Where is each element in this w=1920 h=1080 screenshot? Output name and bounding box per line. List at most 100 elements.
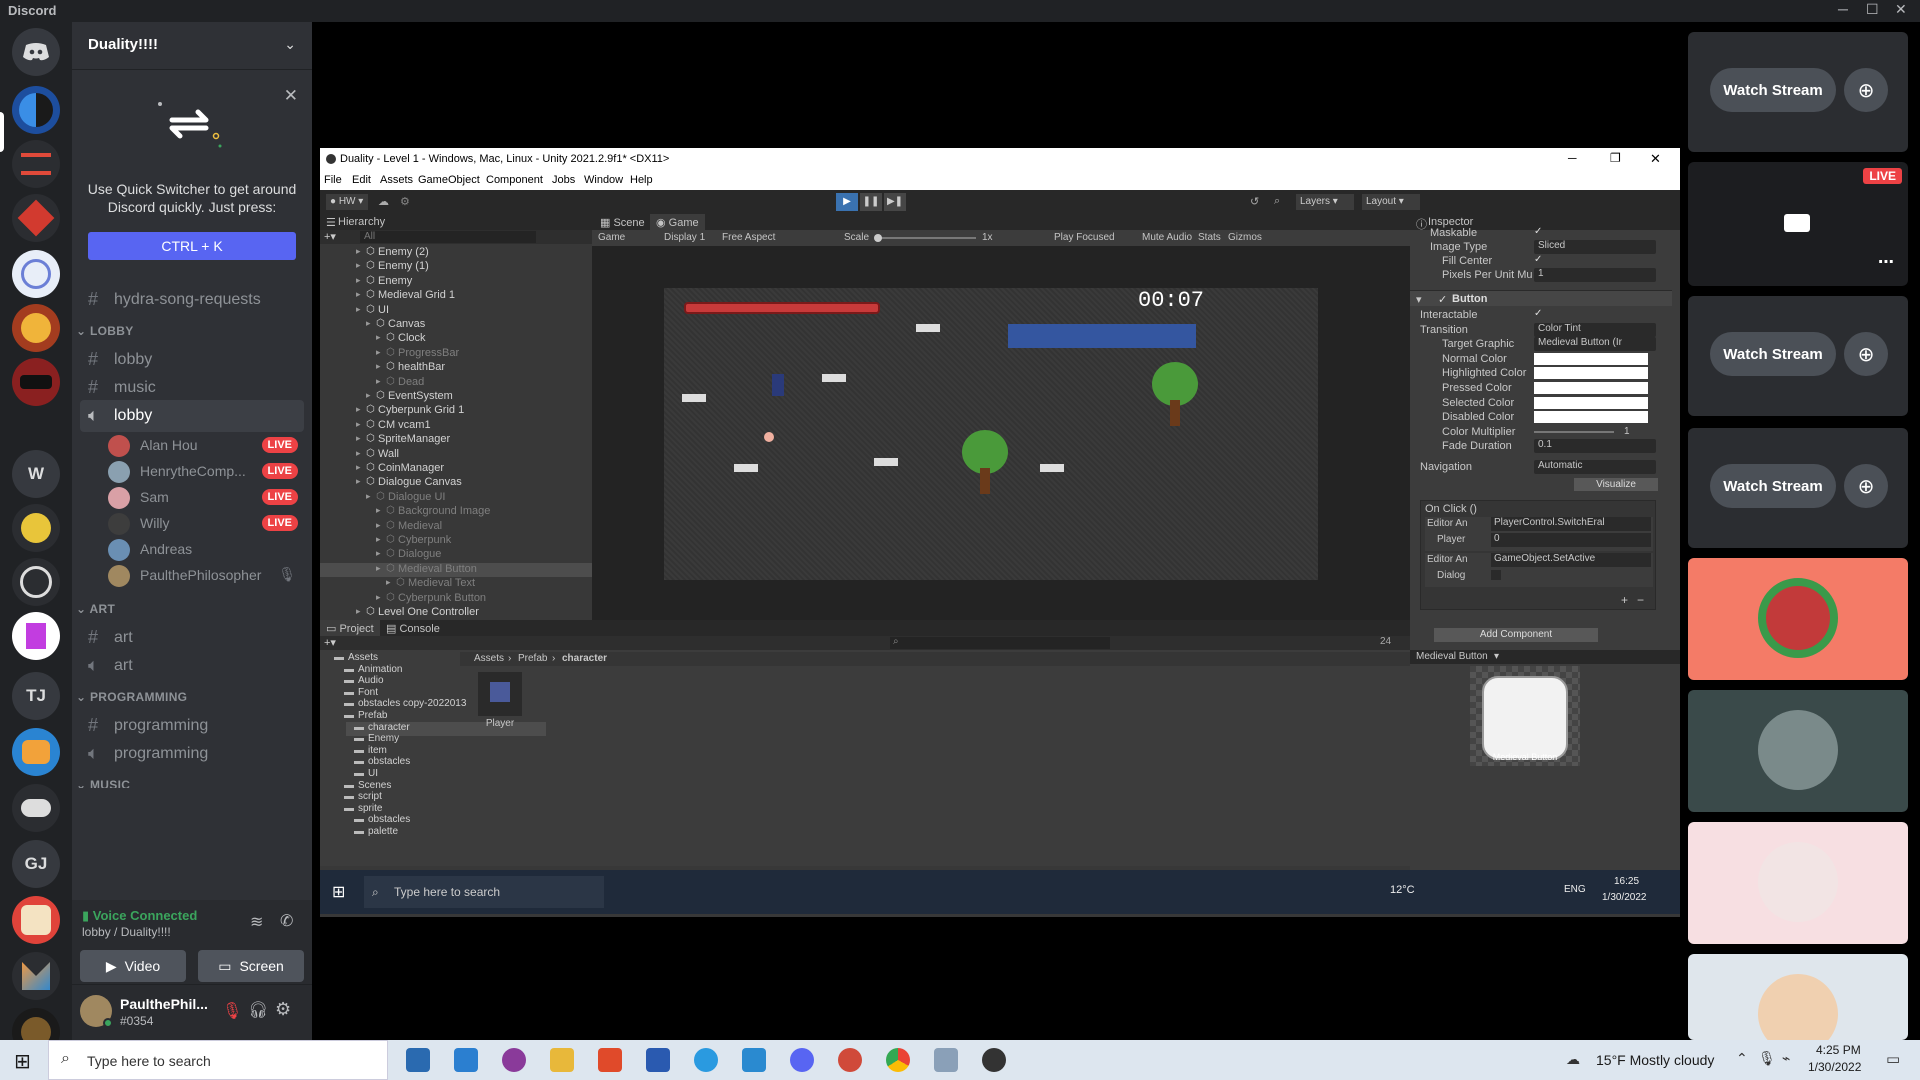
- hierarchy-item[interactable]: ▸ ⬡ Cyberpunk Button: [320, 592, 592, 606]
- category-music[interactable]: ⌄ MUSIC: [76, 778, 130, 788]
- history-icon[interactable]: ↺: [1250, 195, 1259, 208]
- file-explorer-icon[interactable]: [550, 1048, 574, 1072]
- recording-app-icon[interactable]: [838, 1048, 862, 1072]
- tab-game[interactable]: ◉ Game: [650, 214, 705, 230]
- color-swatch[interactable]: [1534, 396, 1648, 409]
- expand-arrow-icon[interactable]: ▸: [376, 376, 381, 387]
- expand-arrow-icon[interactable]: ▸: [376, 563, 381, 574]
- hierarchy-item[interactable]: ▸ ⬡ EventSystem: [320, 390, 592, 404]
- voice-user[interactable]: Sam LIVE: [108, 484, 308, 512]
- hierarchy-item[interactable]: ▸ ⬡ Dead: [320, 376, 592, 390]
- screen-share-button[interactable]: ▭ Screen: [198, 950, 304, 982]
- stream-tile[interactable]: Watch Stream ⊕: [1688, 32, 1908, 152]
- chevron-down-icon[interactable]: ▾: [1494, 651, 1499, 662]
- game-view[interactable]: 00:07: [664, 288, 1318, 580]
- game-dropdown[interactable]: Game: [598, 232, 625, 243]
- server-duality-icon[interactable]: [12, 86, 60, 134]
- server-cube-icon[interactable]: [12, 194, 60, 242]
- expand-arrow-icon[interactable]: ▸: [376, 548, 381, 559]
- expand-arrow-icon[interactable]: ▸: [356, 419, 361, 430]
- expand-arrow-icon[interactable]: ▸: [376, 592, 381, 603]
- server-m-icon[interactable]: [12, 952, 60, 1000]
- menu-edit[interactable]: Edit: [352, 174, 371, 186]
- project-search-input[interactable]: ⌕: [890, 636, 1110, 649]
- close-icon[interactable]: ✕: [284, 86, 298, 106]
- add-stream-icon[interactable]: ⊕: [1844, 332, 1888, 376]
- cloud-icon[interactable]: ☁: [378, 195, 389, 208]
- expand-arrow-icon[interactable]: ▸: [356, 462, 361, 473]
- expand-arrow-icon[interactable]: ▸: [356, 304, 361, 315]
- hierarchy-item[interactable]: ▸ ⬡ UI: [320, 304, 592, 318]
- server-layers-icon[interactable]: [12, 140, 60, 188]
- expand-arrow-icon[interactable]: ▸: [356, 404, 361, 415]
- clock-time[interactable]: 4:25 PM: [1816, 1043, 1861, 1057]
- mute-audio-toggle[interactable]: Mute Audio: [1142, 232, 1192, 243]
- voice-user[interactable]: Andreas: [108, 536, 308, 564]
- hierarchy-item[interactable]: ▸ ⬡ Enemy: [320, 275, 592, 289]
- add-event-icon[interactable]: +: [1621, 593, 1628, 607]
- inspector-value[interactable]: 0.1: [1534, 439, 1656, 454]
- expand-arrow-icon[interactable]: ▸: [356, 246, 361, 257]
- microphone-muted-icon[interactable]: 🎙︎: [222, 1001, 242, 1021]
- more-options-icon[interactable]: ⋯: [1878, 252, 1894, 272]
- target-object-field[interactable]: Player: [1437, 534, 1465, 545]
- expand-arrow-icon[interactable]: ▸: [366, 491, 371, 502]
- stream-tile-active[interactable]: LIVE ⋯: [1688, 162, 1908, 286]
- gizmos-dropdown[interactable]: Gizmos: [1228, 232, 1262, 243]
- server-header[interactable]: Duality!!!! ⌄: [72, 22, 312, 70]
- hierarchy-item[interactable]: ▸ ⬡ Dialogue UI: [320, 491, 592, 505]
- argument-input[interactable]: 0: [1491, 533, 1651, 547]
- category-art[interactable]: ⌄ ART: [76, 602, 115, 616]
- voice-user[interactable]: Willy LIVE: [108, 510, 308, 538]
- restore-icon[interactable]: ❐: [1610, 151, 1621, 165]
- watch-stream-button[interactable]: Watch Stream: [1710, 464, 1836, 508]
- expand-arrow-icon[interactable]: ▸: [356, 476, 361, 487]
- color-swatch[interactable]: [1534, 367, 1648, 380]
- remove-event-icon[interactable]: −: [1637, 593, 1644, 607]
- tab-console[interactable]: ▤ Console: [386, 622, 440, 635]
- menu-component[interactable]: Component: [486, 174, 543, 186]
- voice-location[interactable]: lobby / Duality!!!!: [82, 925, 171, 939]
- server-avatar-icon[interactable]: [12, 358, 60, 406]
- server-gj-icon[interactable]: GJ: [12, 840, 60, 888]
- server-logo-icon[interactable]: [12, 250, 60, 298]
- function-dropdown[interactable]: GameObject.SetActive: [1491, 553, 1651, 567]
- argument-checkbox[interactable]: [1491, 570, 1501, 580]
- visualize-button[interactable]: Visualize: [1574, 478, 1658, 491]
- channel-lobby-voice[interactable]: 🔈︎ lobby: [80, 400, 304, 432]
- add-stream-icon[interactable]: ⊕: [1844, 68, 1888, 112]
- inspector-value[interactable]: Medieval Button (Ir: [1534, 337, 1656, 352]
- menu-window[interactable]: Window: [584, 174, 623, 186]
- microphone-icon[interactable]: 🎙︎: [1758, 1050, 1776, 1067]
- chevron-up-icon[interactable]: ⌃: [1736, 1050, 1748, 1067]
- checkbox-checked-icon[interactable]: ✓: [1534, 254, 1542, 265]
- category-programming[interactable]: ⌄ PROGRAMMING: [76, 690, 187, 704]
- step-button[interactable]: ▶❚: [884, 193, 906, 211]
- menu-file[interactable]: File: [324, 174, 342, 186]
- collab-icon[interactable]: ⚙: [400, 195, 410, 208]
- aspect-dropdown[interactable]: Free Aspect: [722, 232, 775, 243]
- color-multiplier-slider[interactable]: [1534, 430, 1614, 433]
- headphones-icon[interactable]: 🎧︎: [248, 1000, 268, 1020]
- pixels-per-unit-input[interactable]: 1: [1534, 268, 1656, 282]
- noise-suppression-icon[interactable]: ≋: [250, 912, 263, 932]
- server-mask-icon[interactable]: [12, 304, 60, 352]
- expand-arrow-icon[interactable]: ▸: [376, 347, 381, 358]
- quick-switcher-shortcut[interactable]: CTRL + K: [88, 232, 296, 260]
- layout-dropdown[interactable]: Layout ▾: [1362, 194, 1420, 210]
- expand-arrow-icon[interactable]: ▸: [366, 390, 371, 401]
- menu-assets[interactable]: Assets: [380, 174, 413, 186]
- hierarchy-item[interactable]: ▸ ⬡ Enemy (2): [320, 246, 592, 260]
- server-yellow-icon[interactable]: [12, 504, 60, 552]
- navigation-dropdown[interactable]: Automatic: [1534, 460, 1656, 474]
- add-icon[interactable]: +▾: [324, 636, 336, 649]
- watch-stream-button[interactable]: Watch Stream: [1710, 68, 1836, 112]
- play-button[interactable]: ▶: [836, 193, 858, 211]
- expand-arrow-icon[interactable]: ▸: [376, 505, 381, 516]
- server-w-icon[interactable]: W: [12, 450, 60, 498]
- expand-arrow-icon[interactable]: ▸: [366, 318, 371, 329]
- add-component-button[interactable]: Add Component: [1434, 628, 1598, 642]
- hierarchy-item[interactable]: ▸ ⬡ CoinManager: [320, 462, 592, 476]
- image-type-dropdown[interactable]: Sliced: [1534, 240, 1656, 254]
- hierarchy-item[interactable]: ▸ ⬡ Cyberpunk Grid 1: [320, 404, 592, 418]
